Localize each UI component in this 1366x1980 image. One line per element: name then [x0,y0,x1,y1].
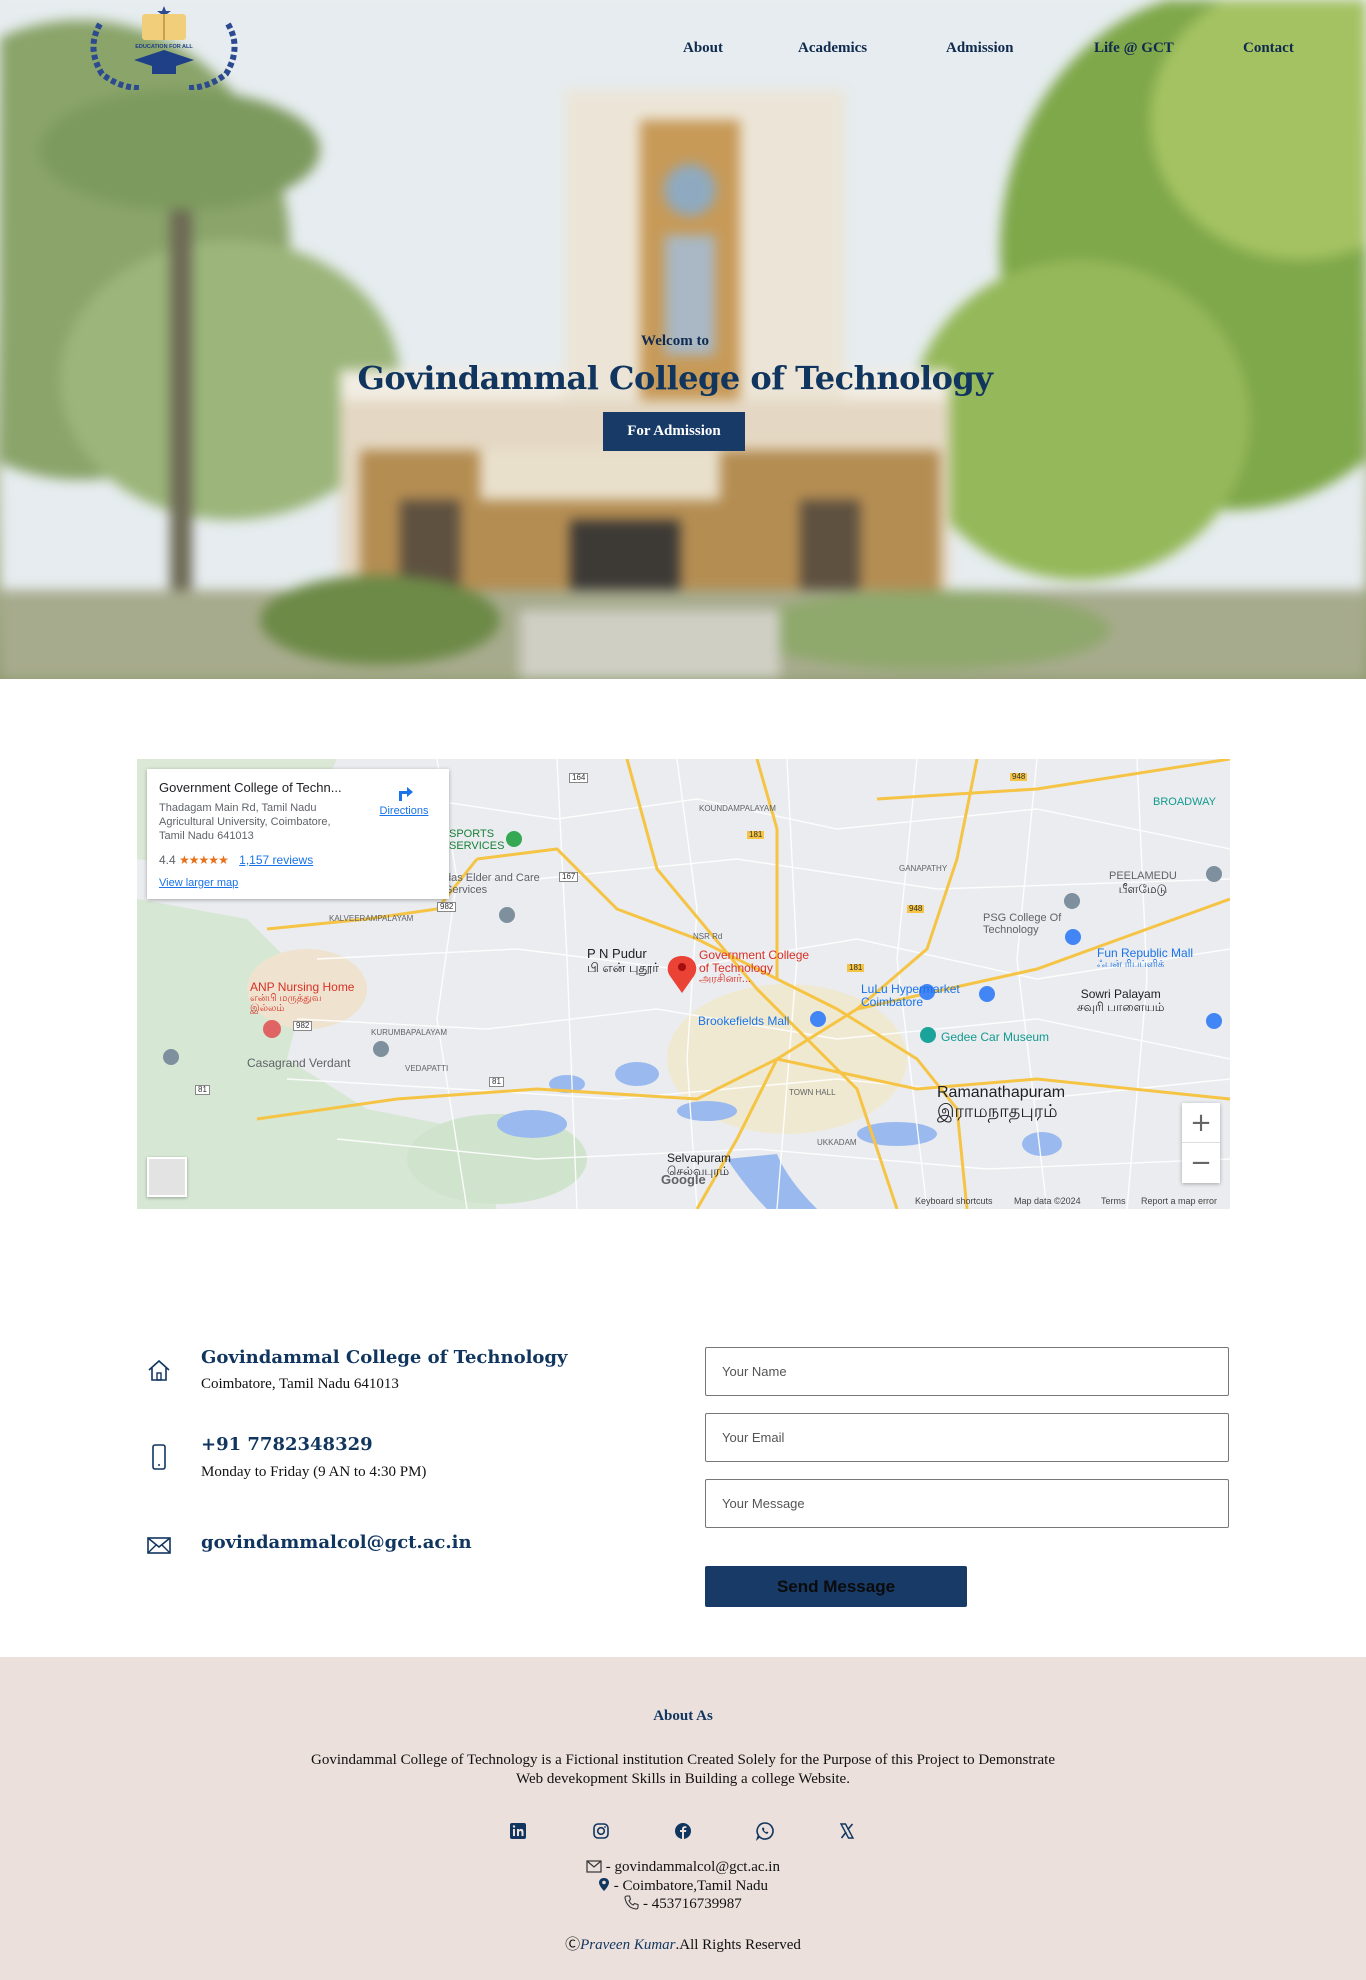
place-address: Thadagam Main Rd, Tamil Nadu Agricultura… [159,802,331,842]
map-route-181b: 181 [847,963,865,973]
envelope-icon [147,1537,171,1554]
map-place-card: Government College of Techn... Thadagam … [147,769,449,899]
instagram-icon[interactable] [590,1820,612,1842]
whatsapp-icon[interactable] [754,1820,776,1842]
map-route-181: 181 [747,830,765,840]
place-rating: 4.4 ★★★★★ 1,157 reviews [159,853,313,867]
map-route-167: 167 [559,872,579,883]
place-name: Government College of Techn... [159,780,342,795]
map-label-townhall: TOWN HALL [789,1088,836,1097]
main-nav: About Academics Admission Life @ GCT Con… [0,40,1366,64]
footer-about-text: Govindammal College of Technology is a F… [311,1752,1055,1787]
contact-email-title[interactable]: govindammalcol@gct.ac.in [201,1532,472,1553]
footer-envelope-icon [586,1860,602,1873]
reviews-link[interactable]: 1,157 reviews [239,853,313,867]
map-label-ganapathy: GANAPATHY [899,864,948,873]
contact-phone-hours: Monday to Friday (9 AN to 4:30 PM) [201,1464,427,1480]
map-label-pnpudur: P N Pudur பி என் புதூர் [587,946,659,975]
view-larger-map-link[interactable]: View larger map [159,877,238,889]
nav-about-link[interactable]: About [683,40,723,57]
map-label-kalveerampalayam: KALVEERAMPALAYAM [329,914,414,923]
map-label-brookefields[interactable]: Brookefields Mall [698,1015,789,1028]
map-label-anp[interactable]: ANP Nursing Home என்பி மருத்துவ இல்லம் [250,981,380,1015]
home-icon [148,1359,170,1381]
rating-stars-icon: ★★★★★ [179,853,229,867]
map-satellite-toggle[interactable] [147,1157,187,1197]
message-input[interactable] [705,1479,1229,1528]
nav-academics-link[interactable]: Academics [798,40,867,57]
map-route-948: 948 [1010,772,1028,782]
map-label-psg[interactable]: PSG College Of Technology [983,912,1063,936]
x-twitter-icon[interactable] [836,1820,858,1842]
map-label-nsr-rd: NSR Rd [693,932,723,941]
map-label-gedee[interactable]: Gedee Car Museum [941,1031,1049,1044]
map-label-peelamedu: PEELAMEDU பீளமேடு [1109,870,1177,896]
linkedin-icon[interactable] [507,1820,529,1842]
map-label-sowri: Sowri Palayam சவுரி பாளையம் [1077,987,1165,1014]
footer-rights: .All Rights Reserved [675,1937,801,1953]
footer-phone-icon [624,1895,639,1910]
contact-address-sub: Coimbatore, Tamil Nadu 641013 [201,1376,399,1392]
map-zoom-controls: + − [1182,1103,1220,1183]
map-label-koundampalayam: KOUNDAMPALAYAM [699,804,776,813]
map-terms-link[interactable]: Terms [1101,1196,1126,1206]
facebook-icon[interactable] [672,1820,694,1842]
map-footer: Keyboard shortcuts Map data ©2024 Terms … [137,1193,1230,1209]
nav-admission-link[interactable]: Admission [946,40,1014,57]
mobile-phone-icon [152,1444,166,1470]
footer-author: Praveen Kumar [580,1937,676,1953]
footer-email-text[interactable]: - govindammalcol@gct.ac.in [602,1859,780,1875]
google-map-embed[interactable]: P N Pudur பி என் புதூர் Government Colleg… [137,759,1230,1209]
map-label-broadway: BROADWAY [1153,796,1216,808]
footer-location-line: - Coimbatore,Tamil Nadu [0,1877,1366,1895]
email-input[interactable] [705,1413,1229,1462]
contact-address-title: Govindammal College of Technology [201,1347,568,1368]
map-label-kurumbapalayam: KURUMBAPALAYAM [371,1028,448,1037]
map-pin-icon [598,1878,609,1891]
footer-phone-line: - 453716739987 [0,1895,1366,1913]
keyboard-shortcuts-link[interactable]: Keyboard shortcuts [915,1196,993,1206]
contact-phone-title[interactable]: +91 7782348329 [201,1434,373,1455]
footer-copyright: ⒸPraveen Kumar.All Rights Reserved [0,1933,1366,1954]
map-label-funrepublic[interactable]: Fun Republic Mall ஃபன் ரிபப்ளிக் [1097,947,1193,970]
admission-button[interactable]: For Admission [603,412,745,451]
site-footer: About As Govindammal College of Technolo… [0,1657,1366,1980]
hero-subtitle: Welcom to [641,333,709,349]
footer-email-line: - govindammalcol@gct.ac.in [0,1859,1366,1876]
map-label-ramanathapuram: Ramanathapuram இராமநாதபுரம் [937,1084,1066,1121]
footer-phone-text[interactable]: - 453716739987 [639,1896,742,1912]
footer-heading: About As [653,1708,713,1724]
name-input[interactable] [705,1347,1229,1396]
google-logo: Google [661,1172,706,1187]
report-map-error-link[interactable]: Report a map error [1141,1196,1217,1206]
map-route-81b: 81 [489,1077,504,1088]
map-label-casagrand[interactable]: Casagrand Verdant [247,1057,350,1070]
map-data-credit: Map data ©2024 [1014,1196,1081,1206]
nav-contact-link[interactable]: Contact [1243,40,1294,57]
hero-section: EDUCATION FOR ALL About Academics Admiss… [0,0,1366,679]
map-label-vedapatti: VEDAPATTI [405,1064,449,1073]
footer-location-text: - Coimbatore,Tamil Nadu [609,1878,769,1894]
rating-value: 4.4 [159,853,176,867]
nav-life-gct-link[interactable]: Life @ GCT [1094,40,1174,57]
map-route-81: 81 [195,1085,210,1096]
zoom-in-button[interactable]: + [1182,1103,1220,1143]
map-label-gct[interactable]: Government College of Technology அரசினர்.… [699,949,819,986]
send-message-button[interactable]: Send Message [705,1566,967,1607]
map-route-164: 164 [569,773,589,784]
directions-label: Directions [379,805,429,817]
map-route-982b: 982 [293,1021,313,1032]
map-label-sports[interactable]: SPORTS SERVICES [449,828,509,852]
zoom-out-button[interactable]: − [1182,1143,1220,1183]
map-label-lulu[interactable]: LuLu Hypermarket Coimbatore [861,983,981,1008]
hero-title: Govindammal College of Technology [357,359,993,397]
map-route-982: 982 [437,902,457,913]
directions-button[interactable]: Directions [369,781,439,817]
map-label-ukkadam: UKKADAM [817,1138,857,1147]
directions-icon [399,787,413,801]
copyright-icon: Ⓒ [565,1937,581,1953]
map-label-elder-care[interactable]: das Elder and Care Services [445,872,545,896]
map-route-948b: 948 [907,904,925,914]
